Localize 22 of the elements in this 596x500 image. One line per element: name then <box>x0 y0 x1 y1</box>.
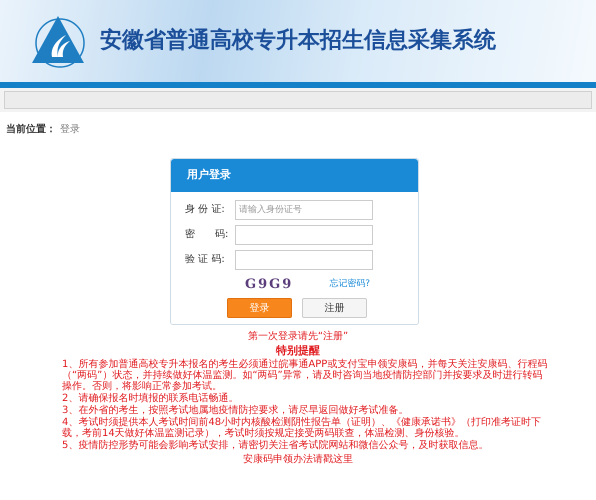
field-label: 身 份 证: <box>185 203 226 217</box>
input-field[interactable] <box>235 250 373 270</box>
captcha-image[interactable]: G9G9 <box>245 274 294 294</box>
notice-item: 2、请确保报名时填报的联系电话畅通。 <box>62 393 240 404</box>
login-button[interactable]: 登录 <box>227 298 292 318</box>
input-field[interactable] <box>235 224 373 244</box>
field-label: 验 证 码: <box>185 253 226 267</box>
notice-item: 1、所有参加普通高校专升本报名的考生必须通过皖事通APP或支付宝申领安康码，并每天关注安康码、行程码（“两码”）状态，并持续做好体温监测。如“两码”异常，请及时咨询当地疫情防控部门并按要求及时进行转码操作。否则，将影响正常参加考试。 <box>62 359 548 392</box>
input-field[interactable]: 请输入身份证号 <box>235 200 373 220</box>
notice-item: 5、疫情防控形势可能会影响考试安排，请密切关注省考试院网站和微信公众号，及时获取信息。 <box>62 440 490 452</box>
login-header: 用户登录 <box>171 159 418 192</box>
register-hint: 第一次登录请先“注册” <box>246 331 350 343</box>
field-label: 密 码: <box>185 228 230 242</box>
breadcrumb-current: 登录 <box>60 124 80 135</box>
notice-item: 4、考试时须提供本人考试时间前48小时内核酸检测阴性报告单（证明）、《健康承诺书》（打印准考证时下载，考前14天做好体温监测记录），考试时须按规定接受两码联查，体温检测、身份核验。 <box>62 417 542 440</box>
forgot-password-link[interactable]: 忘记密码? <box>329 278 370 291</box>
breadcrumb-label: 当前位置： <box>6 124 56 135</box>
site-title: 安徽省普通高校专升本招生信息采集系统 <box>100 28 496 54</box>
health-code-link[interactable]: 安康码申领办法请戳这里 <box>0 454 596 466</box>
notice-title: 特别提醒 <box>274 344 321 358</box>
notice-item: 3、在外省的考生，按照考试地属地疫情防控要求，请尽早返回做好考试准备。 <box>62 405 410 416</box>
register-button[interactable]: 注册 <box>302 298 367 318</box>
